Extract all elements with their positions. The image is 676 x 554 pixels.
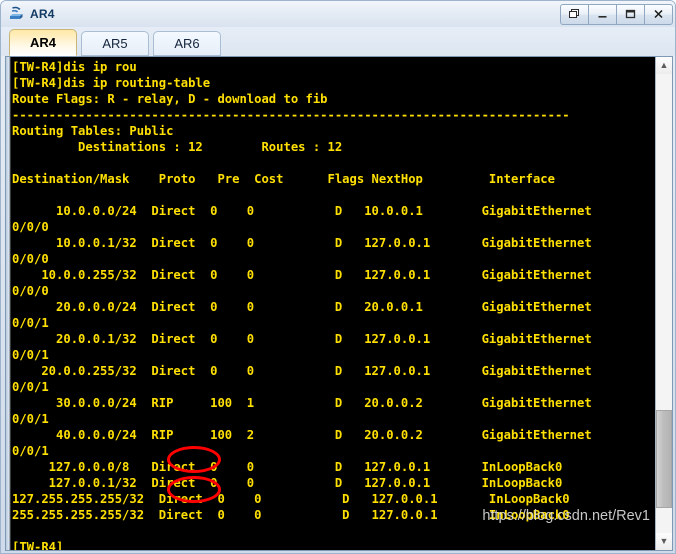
terminal-output-text: [TW-R4]dis ip rou [TW-R4]dis ip routing-… bbox=[12, 60, 592, 550]
restore-button[interactable] bbox=[560, 3, 589, 25]
tab-ar6-label: AR6 bbox=[174, 36, 200, 51]
tab-ar4[interactable]: AR4 bbox=[9, 29, 77, 56]
vertical-scrollbar[interactable]: ▲ ▼ bbox=[655, 57, 672, 550]
title-bar[interactable]: AR4 bbox=[1, 1, 675, 27]
maximize-button[interactable] bbox=[616, 3, 645, 25]
scroll-up-button[interactable]: ▲ bbox=[656, 57, 672, 74]
tab-list: AR4 AR5 AR6 bbox=[9, 29, 225, 56]
minimize-icon bbox=[598, 16, 607, 18]
minimize-button[interactable] bbox=[588, 3, 617, 25]
tab-ar6[interactable]: AR6 bbox=[153, 31, 221, 56]
scroll-down-button[interactable]: ▼ bbox=[656, 533, 672, 550]
tab-ar4-label: AR4 bbox=[29, 35, 56, 50]
maximize-icon bbox=[625, 9, 636, 19]
tab-ar5[interactable]: AR5 bbox=[81, 31, 149, 56]
window-title: AR4 bbox=[30, 7, 55, 21]
scrollbar-thumb[interactable] bbox=[656, 410, 672, 508]
window-controls bbox=[560, 3, 673, 25]
watermark-text: https://blog.csdn.net/Rev1 bbox=[482, 508, 650, 524]
tab-ar5-label: AR5 bbox=[102, 36, 128, 51]
terminal-left-gutter bbox=[6, 57, 11, 550]
close-icon bbox=[654, 9, 663, 19]
tab-bar: AR4 AR5 AR6 bbox=[1, 27, 675, 56]
router-icon bbox=[7, 5, 25, 23]
chevron-down-icon: ▼ bbox=[659, 536, 669, 546]
terminal-panel[interactable]: [TW-R4]dis ip rou [TW-R4]dis ip routing-… bbox=[5, 56, 673, 551]
close-button[interactable] bbox=[644, 3, 673, 25]
scrollbar-track[interactable] bbox=[656, 74, 672, 533]
chevron-up-icon: ▲ bbox=[659, 60, 669, 70]
restore-icon bbox=[569, 9, 579, 18]
terminal-output-area[interactable]: [TW-R4]dis ip rou [TW-R4]dis ip routing-… bbox=[6, 57, 672, 550]
terminal-window: AR4 AR4 AR5 AR6 [TW-R4]dis ip rou [TW-R4… bbox=[0, 0, 676, 554]
